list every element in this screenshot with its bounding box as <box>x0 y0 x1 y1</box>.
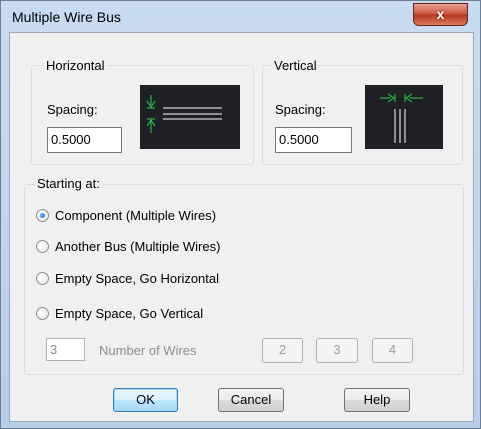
close-button[interactable]: x <box>413 3 468 26</box>
preset-wires-4-button[interactable]: 4 <box>372 338 413 363</box>
vertical-spacing-label: Spacing: <box>275 102 326 117</box>
radio-another-bus[interactable]: Another Bus (Multiple Wires) <box>36 237 220 255</box>
close-icon: x <box>436 6 445 22</box>
vertical-spacing-input[interactable]: 0.5000 <box>275 127 352 153</box>
window-title: Multiple Wire Bus <box>12 9 121 25</box>
vertical-legend: Vertical <box>272 58 319 73</box>
dialog-client: Horizontal Spacing: 0.5000 Vertical Spac… <box>9 32 474 422</box>
radio-component-indicator[interactable] <box>36 208 49 222</box>
preset-wires-2-button[interactable]: 2 <box>262 338 303 363</box>
vertical-spacing-diagram-icon <box>380 93 423 143</box>
title-bar[interactable]: Multiple Wire Bus x <box>1 1 480 31</box>
radio-empty-vertical-indicator[interactable] <box>36 306 49 320</box>
radio-empty-vertical[interactable]: Empty Space, Go Vertical <box>36 304 203 322</box>
starting-at-legend: Starting at: <box>35 176 102 191</box>
radio-empty-horizontal-label: Empty Space, Go Horizontal <box>55 270 220 286</box>
cancel-button[interactable]: Cancel <box>218 388 284 412</box>
ok-button[interactable]: OK <box>113 388 178 412</box>
radio-component-label: Component (Multiple Wires) <box>55 207 217 223</box>
vertical-group: Vertical Spacing: 0.5000 <box>262 58 463 165</box>
radio-component[interactable]: Component (Multiple Wires) <box>36 206 216 224</box>
horizontal-legend: Horizontal <box>44 58 107 73</box>
horizontal-spacing-diagram-icon <box>146 95 222 133</box>
help-button[interactable]: Help <box>344 388 410 412</box>
radio-empty-horizontal-indicator[interactable] <box>36 271 49 285</box>
horizontal-spacing-preview <box>140 85 240 149</box>
preset-wires-3-button[interactable]: 3 <box>316 338 358 363</box>
radio-another-bus-indicator[interactable] <box>36 239 49 253</box>
horizontal-group: Horizontal Spacing: 0.5000 <box>31 58 254 165</box>
radio-empty-horizontal[interactable]: Empty Space, Go Horizontal <box>36 269 219 287</box>
number-of-wires-input[interactable]: 3 <box>46 338 85 361</box>
dialog-window: Multiple Wire Bus x Horizontal Spacing: … <box>0 0 481 429</box>
number-of-wires-label: Number of Wires <box>99 343 197 358</box>
radio-another-bus-label: Another Bus (Multiple Wires) <box>55 238 221 254</box>
radio-empty-vertical-label: Empty Space, Go Vertical <box>55 305 204 321</box>
horizontal-spacing-input[interactable]: 0.5000 <box>47 127 122 153</box>
vertical-spacing-preview <box>365 85 443 149</box>
horizontal-spacing-label: Spacing: <box>47 102 98 117</box>
